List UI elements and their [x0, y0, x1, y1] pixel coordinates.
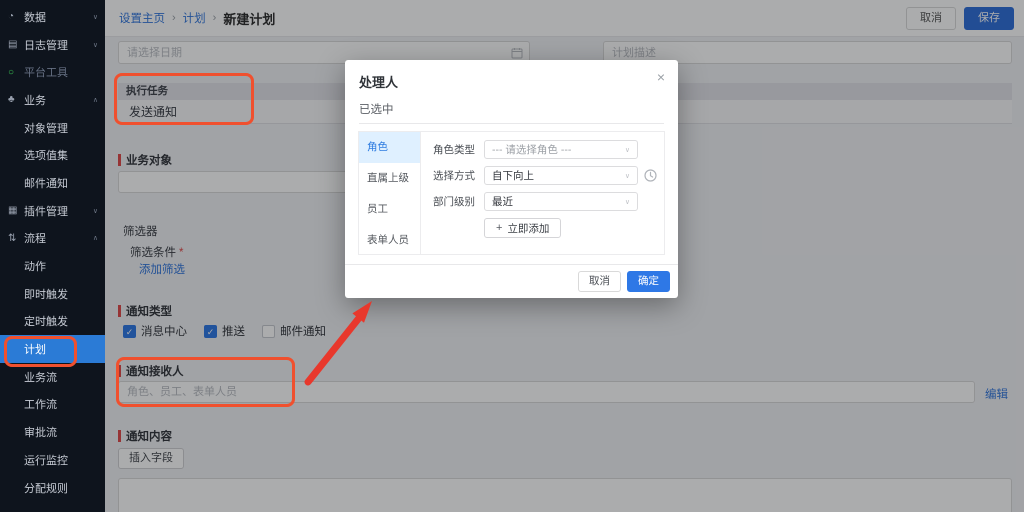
role-type-row: 角色类型 --- 请选择角色 --- ∨	[433, 140, 638, 159]
select-value: 最近	[492, 194, 513, 209]
sidebar-item-label: 数据	[24, 9, 46, 25]
sidebar-item-run-monitor[interactable]: 运行监控	[0, 446, 105, 474]
chevron-down-icon: ∨	[625, 146, 630, 154]
tab-role[interactable]: 角色	[359, 132, 420, 163]
sidebar-item-label: 工作流	[24, 396, 57, 412]
sidebar: ◔ 数据 ∨ ▤ 日志管理 ∨ ○ 平台工具 ♣ 业务 ∧ 对象管理 选项值集 …	[0, 0, 105, 512]
selected-label: 已选中	[359, 101, 394, 117]
sidebar-item-label: 定时触发	[24, 313, 68, 329]
modal-divider	[359, 123, 664, 124]
sidebar-item-label: 对象管理	[24, 120, 68, 136]
modal-title: 处理人	[359, 72, 398, 91]
tab-direct-superior[interactable]: 直属上级	[359, 163, 420, 194]
sidebar-item-allocation-rule[interactable]: 分配规则	[0, 474, 105, 502]
sidebar-item-business-flow[interactable]: 业务流	[0, 363, 105, 391]
handler-panel: 角色 直属上级 员工 表单人员 角色类型 --- 请选择角色 --- ∨ 选择方…	[358, 131, 665, 255]
sidebar-item-label: 平台工具	[24, 64, 68, 80]
sidebar-item-option-value-set[interactable]: 选项值集	[0, 141, 105, 169]
close-icon[interactable]: ×	[657, 69, 665, 85]
sidebar-item-label: 流程	[24, 230, 46, 246]
plus-icon: +	[496, 222, 502, 234]
sidebar-item-log-management[interactable]: ▤ 日志管理 ∨	[0, 31, 105, 59]
select-value: --- 请选择角色 ---	[492, 142, 571, 157]
role-type-select[interactable]: --- 请选择角色 --- ∨	[484, 140, 638, 159]
tab-employee[interactable]: 员工	[359, 194, 420, 225]
sidebar-item-label: 插件管理	[24, 203, 68, 219]
sidebar-item-plan[interactable]: 计划	[0, 335, 105, 363]
sidebar-item-label: 业务流	[24, 369, 57, 385]
modal-confirm-button[interactable]: 确定	[627, 271, 670, 292]
sidebar-item-label: 分配规则	[24, 480, 68, 496]
app-root: ◔ 数据 ∨ ▤ 日志管理 ∨ ○ 平台工具 ♣ 业务 ∧ 对象管理 选项值集 …	[0, 0, 1024, 512]
handler-tabs: 角色 直属上级 员工 表单人员	[359, 132, 421, 254]
sidebar-item-process[interactable]: ⇅ 流程 ∧	[0, 225, 105, 253]
sidebar-item-label: 动作	[24, 258, 46, 274]
chevron-up-icon: ∧	[93, 96, 98, 104]
sidebar-item-email-notification[interactable]: 邮件通知	[0, 169, 105, 197]
modal-cancel-button[interactable]: 取消	[578, 271, 621, 292]
dept-level-label: 部门级别	[433, 194, 484, 209]
log-list-icon: ▤	[8, 39, 21, 50]
handler-modal: 处理人 × 已选中 角色 直属上级 员工 表单人员 角色类型 --- 请选择角色…	[345, 60, 678, 298]
sidebar-item-business[interactable]: ♣ 业务 ∧	[0, 86, 105, 114]
sidebar-item-action[interactable]: 动作	[0, 252, 105, 280]
clock-icon	[644, 169, 657, 187]
modal-footer: 取消 确定	[345, 264, 678, 298]
sidebar-item-label: 即时触发	[24, 286, 68, 302]
data-chart-icon: ◔	[8, 11, 21, 22]
chevron-down-icon: ∨	[625, 198, 630, 206]
sidebar-item-label: 审批流	[24, 424, 57, 440]
sidebar-item-plugin-management[interactable]: ▦ 插件管理 ∨	[0, 197, 105, 225]
select-mode-row: 选择方式 自下向上 ∨	[433, 166, 638, 185]
add-now-button[interactable]: + 立即添加	[484, 218, 561, 238]
chevron-up-icon: ∧	[93, 234, 98, 242]
chevron-down-icon: ∨	[93, 13, 98, 21]
role-form: 角色类型 --- 请选择角色 --- ∨ 选择方式 自下向上 ∨	[421, 132, 664, 254]
select-value: 自下向上	[492, 168, 534, 183]
flow-icon: ⇅	[8, 233, 21, 244]
business-icon: ♣	[8, 94, 21, 105]
sidebar-item-object-management[interactable]: 对象管理	[0, 114, 105, 142]
sidebar-item-label: 计划	[24, 341, 46, 357]
sidebar-item-label: 选项值集	[24, 147, 68, 163]
chevron-down-icon: ∨	[93, 41, 98, 49]
select-mode-label: 选择方式	[433, 168, 484, 183]
sidebar-item-platform-tools[interactable]: ○ 平台工具	[0, 58, 105, 86]
select-mode-select[interactable]: 自下向上 ∨	[484, 166, 638, 185]
role-type-label: 角色类型	[433, 142, 484, 157]
sidebar-item-label: 业务	[24, 92, 46, 108]
platform-circle-icon: ○	[8, 67, 21, 78]
sidebar-item-workflow[interactable]: 工作流	[0, 391, 105, 419]
dept-level-row: 部门级别 最近 ∨	[433, 192, 638, 211]
sidebar-item-label: 邮件通知	[24, 175, 68, 191]
sidebar-item-label: 运行监控	[24, 452, 68, 468]
dept-level-select[interactable]: 最近 ∨	[484, 192, 638, 211]
sidebar-item-approval-flow[interactable]: 审批流	[0, 418, 105, 446]
plugin-grid-icon: ▦	[8, 205, 21, 216]
sidebar-item-instant-trigger[interactable]: 即时触发	[0, 280, 105, 308]
sidebar-item-data[interactable]: ◔ 数据 ∨	[0, 3, 105, 31]
sidebar-item-timed-trigger[interactable]: 定时触发	[0, 308, 105, 336]
chevron-down-icon: ∨	[625, 172, 630, 180]
add-now-label: 立即添加	[507, 221, 549, 236]
sidebar-item-label: 日志管理	[24, 37, 68, 53]
tab-form-person[interactable]: 表单人员	[359, 225, 420, 256]
chevron-down-icon: ∨	[93, 207, 98, 215]
